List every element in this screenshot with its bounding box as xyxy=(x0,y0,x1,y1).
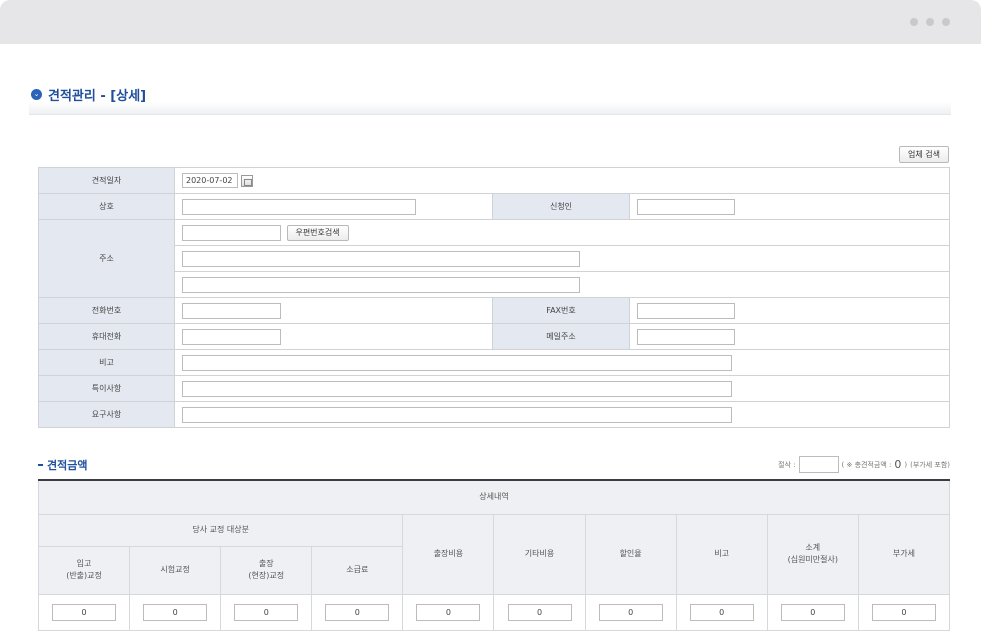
amount-input[interactable]: 0 xyxy=(507,603,572,621)
amount-input[interactable]: 0 xyxy=(234,603,299,621)
window-controls xyxy=(910,18,950,26)
amount-table: 상세내역 당사 교정 대상분 출장비용 기타비용 할인율 비고 소계 (십원미만… xyxy=(37,479,951,631)
group-header: 당사 교정 대상분 xyxy=(37,513,404,547)
mobile-label: 휴대전화 xyxy=(38,323,175,350)
window-dot-icon xyxy=(942,18,950,26)
amount-input[interactable]: 0 xyxy=(598,603,663,621)
col-travel: 출장비용 xyxy=(402,513,495,595)
mobile-input[interactable] xyxy=(182,328,281,345)
window-titlebar xyxy=(0,0,981,44)
zipcode-input[interactable] xyxy=(182,224,281,241)
address-line1-input[interactable] xyxy=(182,250,580,267)
estimate-form-table: 견적일자 2020-07-02 상호 신청인 주소 우편번호검색 전화번호 FA… xyxy=(38,167,950,428)
amount-input[interactable]: 0 xyxy=(416,603,481,621)
fax-input[interactable] xyxy=(637,302,735,319)
cut-input[interactable] xyxy=(798,456,839,473)
amount-summary: 절삭 : ( ※ 총견적금액 : 0 ) (부가세 포함) xyxy=(778,456,950,473)
amount-input[interactable]: 0 xyxy=(325,603,390,621)
cut-label: 절삭 : xyxy=(778,460,796,469)
applicant-input[interactable] xyxy=(637,198,735,215)
total-suffix: ) xyxy=(904,460,908,469)
col-in: 입고 (반출)교정 xyxy=(37,545,131,595)
col-etc: 기타비용 xyxy=(493,513,586,595)
col-onsite: 출장 (현장)교정 xyxy=(220,545,313,595)
vat-note: (부가세 포함) xyxy=(910,460,950,469)
detail-header: 상세내역 xyxy=(38,479,950,515)
remark-input[interactable] xyxy=(182,354,732,371)
page-title: 견적관리 - [상세] xyxy=(48,89,147,104)
col-small-fee: 소급료 xyxy=(311,545,404,595)
amount-section-title: 견적금액 xyxy=(47,459,88,472)
address-line2-input[interactable] xyxy=(182,276,580,293)
total-prefix: ( ※ 총견적금액 : xyxy=(841,460,892,469)
request-input[interactable] xyxy=(182,406,732,423)
amount-input[interactable]: 0 xyxy=(52,603,117,621)
col-subtotal: 소계 (십원미만절사) xyxy=(766,513,859,595)
company-label: 상호 xyxy=(38,193,175,220)
col-vat: 부가세 xyxy=(857,513,951,595)
special-input[interactable] xyxy=(182,380,732,397)
remark-label: 비고 xyxy=(38,349,175,376)
company-input[interactable] xyxy=(182,198,416,215)
email-input[interactable] xyxy=(637,328,735,345)
chevron-down-circle-icon: ⌄ xyxy=(31,89,42,100)
date-label: 견적일자 xyxy=(38,167,175,194)
vendor-search-button[interactable]: 업체 검색 xyxy=(899,146,949,163)
address-label: 주소 xyxy=(38,219,175,298)
total-amount-value: 0 xyxy=(894,458,902,471)
request-label: 요구사항 xyxy=(38,401,175,428)
amount-input[interactable]: 0 xyxy=(780,603,845,621)
special-label: 특이사항 xyxy=(38,375,175,402)
window-dot-icon xyxy=(926,18,934,26)
page-title-bar: ⌄ 견적관리 - [상세] xyxy=(29,83,951,115)
amount-input[interactable]: 0 xyxy=(689,603,754,621)
amount-section-header: 견적금액 xyxy=(38,457,87,473)
zip-search-button[interactable]: 우편번호검색 xyxy=(286,224,349,241)
phone-label: 전화번호 xyxy=(38,297,175,324)
phone-input[interactable] xyxy=(182,302,281,319)
col-discount: 할인율 xyxy=(584,513,677,595)
date-field[interactable]: 2020-07-02 xyxy=(182,173,238,188)
amount-input[interactable]: 0 xyxy=(143,603,208,621)
col-remark: 비고 xyxy=(675,513,768,595)
calendar-icon[interactable] xyxy=(241,174,253,187)
window-dot-icon xyxy=(910,18,918,26)
applicant-label: 신청인 xyxy=(492,193,630,220)
col-test: 시험교정 xyxy=(129,545,222,595)
fax-label: FAX번호 xyxy=(492,297,630,324)
email-label: 메일주소 xyxy=(492,323,630,350)
amount-input[interactable]: 0 xyxy=(871,603,936,621)
section-marker-icon xyxy=(38,464,43,466)
